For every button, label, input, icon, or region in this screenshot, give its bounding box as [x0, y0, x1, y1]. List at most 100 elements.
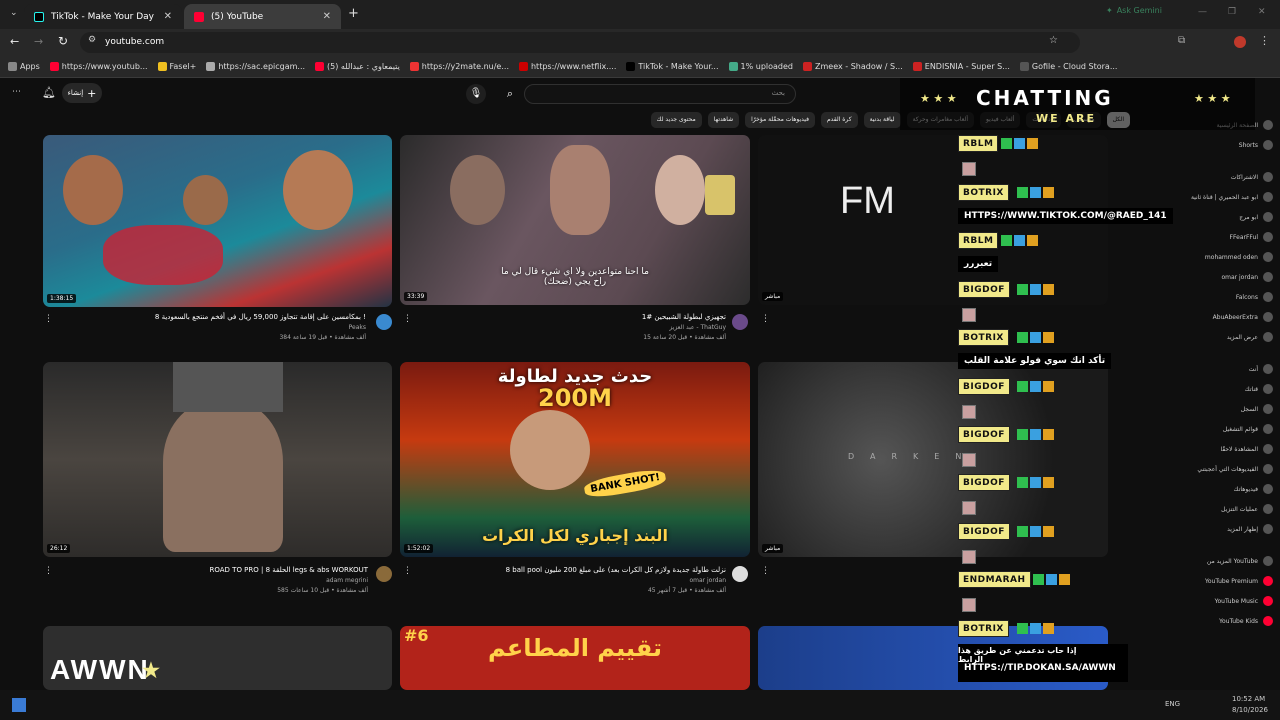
more-actions-icon[interactable]: ⋮	[761, 314, 770, 324]
more-actions-icon[interactable]: ⋮	[44, 566, 53, 576]
site-info-icon[interactable]: ⚙	[88, 35, 96, 45]
filter-chip[interactable]: شاهدتها	[707, 112, 740, 128]
clock-time[interactable]: 10:52 AM	[1232, 695, 1265, 703]
back-icon[interactable]: ←	[10, 35, 19, 48]
filter-chip[interactable]: محتوى جديد لك	[650, 112, 702, 128]
video-title[interactable]: تجهيزي لبطولة الشبيحين #1	[500, 313, 726, 321]
tab-tiktok[interactable]: TikTok - Make Your Day ✕	[24, 4, 182, 29]
channel-avatar[interactable]	[732, 566, 748, 582]
notifications-icon[interactable]: 🔔︎	[42, 86, 56, 99]
menu-icon[interactable]: ⋮	[1259, 34, 1270, 47]
video-title[interactable]: 8 ball pool نزلت طاولة جديدة ولازم كل ال…	[480, 566, 726, 574]
close-window-icon[interactable]: ✕	[1258, 7, 1266, 17]
sidebar-item[interactable]: إظهار المزيد	[1227, 526, 1258, 533]
bookmark-item[interactable]: Gofile - Cloud Stora...	[1019, 62, 1117, 71]
more-actions-icon[interactable]: ⋮	[44, 314, 53, 324]
bookmark-item[interactable]: يتيمعاوي : عبدالله (5)	[315, 62, 400, 71]
search-input[interactable]: بحث	[524, 84, 796, 104]
filter-chip[interactable]: كرة القدم	[820, 112, 858, 128]
forward-icon[interactable]: →	[34, 35, 43, 48]
sidebar-item[interactable]: Falcons	[1236, 294, 1258, 301]
person-face	[450, 155, 505, 225]
channel-avatar[interactable]	[376, 314, 392, 330]
bookmark-item[interactable]: https://sac.epicgam...	[206, 62, 305, 71]
sidebar-item[interactable]: omar jordan	[1221, 274, 1258, 281]
search-button[interactable]: ⌕	[500, 84, 520, 104]
create-button[interactable]: إنشاء +	[62, 83, 102, 103]
video-thumbnail[interactable]: 26:12	[43, 362, 392, 557]
taskbar: ENG 10:52 AM 8/10/2026	[0, 690, 1280, 720]
bookmark-item[interactable]: https://www.youtub...	[49, 62, 148, 71]
badge-icon	[1043, 187, 1054, 198]
more-actions-icon[interactable]: ⋮	[761, 566, 770, 576]
video-meta: 8 بمكامسين على إقامة تتجاوز 59,000 ريال …	[150, 313, 366, 341]
sidebar-item[interactable]: Shorts	[1239, 142, 1258, 149]
sidebar-item[interactable]: ابو مرج	[1239, 214, 1258, 221]
chat-emote	[962, 550, 976, 564]
badge-icon	[1030, 381, 1041, 392]
more-icon[interactable]: ⋯	[12, 87, 21, 97]
sidebar-item[interactable]: الاشتراكات	[1231, 174, 1258, 181]
sidebar-item[interactable]: عرض المزيد	[1227, 334, 1258, 341]
channel-avatar[interactable]	[732, 314, 748, 330]
logo-text: AWWN	[50, 654, 150, 685]
sidebar-icon	[1263, 444, 1273, 454]
address-bar[interactable]: ⚙ youtube.com ☆	[80, 32, 1080, 53]
sidebar-item[interactable]: المشاهدة لاحقًا	[1220, 446, 1258, 453]
maximize-icon[interactable]: ❐	[1228, 7, 1236, 17]
bookmark-item[interactable]: Apps	[8, 62, 40, 71]
sidebar-icon	[1263, 576, 1273, 586]
profile-avatar[interactable]	[1234, 36, 1246, 48]
close-icon[interactable]: ✕	[323, 11, 331, 22]
minimize-icon[interactable]: —	[1198, 7, 1207, 17]
sidebar-item[interactable]: قناتك	[1245, 386, 1258, 393]
channel-name[interactable]: omar jordan	[480, 577, 726, 584]
gemini-button[interactable]: ✦ Ask Gemini	[1106, 6, 1162, 15]
bookmark-icon	[803, 62, 813, 71]
filter-chip[interactable]: فيديوهات محمَّلة مؤخرًا	[745, 112, 815, 128]
start-icon[interactable]	[12, 698, 26, 712]
more-actions-icon[interactable]: ⋮	[403, 314, 412, 324]
video-thumbnail[interactable]: 1:38:15	[43, 135, 392, 307]
sidebar-item[interactable]: السجل	[1241, 406, 1258, 413]
bookmark-item[interactable]: 1% uploaded	[728, 62, 793, 71]
language-indicator[interactable]: ENG	[1165, 700, 1180, 708]
channel-name[interactable]: Peaks	[150, 324, 366, 331]
sidebar-item[interactable]: YouTube Music	[1215, 598, 1258, 605]
close-icon[interactable]: ✕	[164, 11, 172, 22]
voice-search-icon[interactable]: 🎙︎	[466, 84, 486, 104]
person-face	[283, 150, 353, 230]
video-thumbnail[interactable]: ما احنا متواعدين ولا اي شيء قال لي ما را…	[400, 135, 750, 305]
tab-search-icon[interactable]: ⌄	[10, 8, 18, 18]
channel-name[interactable]: عبد العزيز - ThatGuy	[500, 324, 726, 331]
sidebar-item[interactable]: فيديوهاتك	[1234, 486, 1258, 493]
filter-chip[interactable]: لياقة بدنية	[863, 112, 901, 128]
bookmark-item[interactable]: ENDISNIA - Super S...	[912, 62, 1010, 71]
sidebar-item[interactable]: أنت	[1249, 366, 1258, 373]
channel-avatar[interactable]	[376, 566, 392, 582]
channel-name[interactable]: adam megrini	[150, 577, 368, 584]
bookmark-item[interactable]: Zmeex - Shadow / S...	[803, 62, 903, 71]
live-badge: مباشر	[762, 292, 784, 301]
extensions-icon[interactable]: ⧉	[1178, 35, 1185, 46]
plus-icon: +	[87, 86, 97, 100]
video-title[interactable]: 8 بمكامسين على إقامة تتجاوز 59,000 ريال …	[150, 313, 366, 321]
sidebar-item[interactable]: FFearFFul	[1230, 234, 1258, 241]
video-thumbnail[interactable]: حدث جديد لطاولة 200M BANK SHOT! البند إج…	[400, 362, 750, 557]
reload-icon[interactable]: ↻	[58, 34, 68, 48]
bookmark-star-icon[interactable]: ☆	[1049, 35, 1058, 46]
video-title[interactable]: ROAD TO PRO | الحلقة 8 legs & abs WORKOU…	[150, 566, 368, 574]
sidebar-item[interactable]: AbuAbeerExtra	[1213, 314, 1258, 321]
video-thumbnail[interactable]: #6 تقييم المطاعم	[400, 626, 750, 690]
sidebar-item[interactable]: YouTube Kids	[1219, 618, 1258, 625]
bookmark-item[interactable]: https://y2mate.nu/e...	[409, 62, 509, 71]
tab-youtube[interactable]: (5) YouTube ✕	[184, 4, 341, 29]
sidebar-item[interactable]: عمليات التنزيل	[1221, 506, 1258, 513]
new-tab-button[interactable]: +	[348, 6, 359, 21]
bookmark-item[interactable]: Fasel+	[157, 62, 196, 71]
bookmark-item[interactable]: https://www.netflix....	[518, 62, 616, 71]
more-actions-icon[interactable]: ⋮	[403, 566, 412, 576]
sidebar-item[interactable]: قوائم التشغيل	[1223, 426, 1258, 433]
bookmark-item[interactable]: TikTok - Make Your...	[626, 62, 719, 71]
chat-username: RBLM	[958, 135, 999, 152]
